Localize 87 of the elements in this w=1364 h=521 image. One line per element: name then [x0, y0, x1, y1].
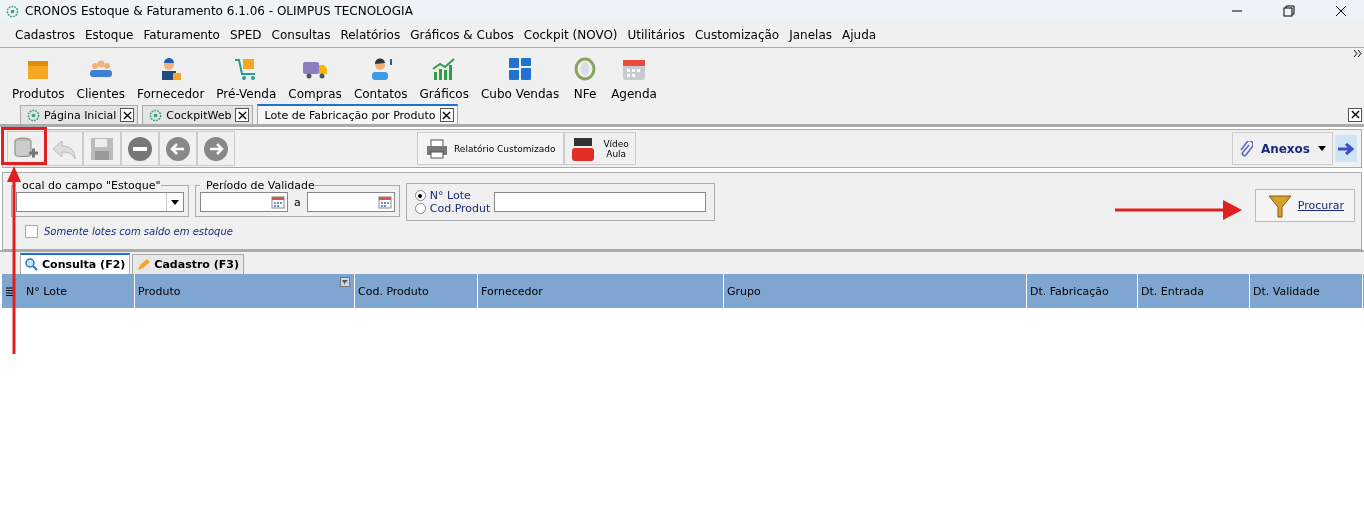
menu-item[interactable]: Cockpit (NOVO) [518, 27, 623, 42]
close-tab-button[interactable] [439, 108, 454, 122]
funnel-icon [1267, 192, 1292, 219]
previous-button[interactable] [159, 131, 197, 166]
radio-icon[interactable] [414, 203, 426, 214]
close-icon [442, 110, 452, 120]
document-tab[interactable]: Página Inicial [20, 105, 139, 124]
search-field[interactable] [494, 192, 707, 212]
remove-button[interactable] [121, 131, 159, 166]
menu-item[interactable]: Janelas [784, 27, 838, 42]
close-tab-button[interactable] [120, 108, 135, 122]
toolbar-button[interactable]: Pré-Venda [210, 55, 283, 104]
view-tab[interactable]: Consulta (F2) [20, 253, 131, 274]
date-field[interactable] [200, 192, 288, 212]
column-header[interactable]: Dt. Validade [1250, 274, 1363, 308]
calendar-icon[interactable] [271, 195, 285, 209]
attachments-button[interactable]: Anexos [1231, 132, 1333, 165]
column-header[interactable]: Dt. Fabricação [1027, 274, 1138, 308]
menu-item[interactable]: Estoque [79, 27, 139, 42]
checkbox-label: Somente lotes com saldo em estoque [44, 226, 233, 237]
view-tab[interactable]: Cadastro (F3) [132, 254, 244, 274]
menu-item[interactable]: Utilitários [622, 27, 690, 42]
toolbar-button[interactable]: Compras [282, 55, 348, 104]
menu-item[interactable]: Cadastros [10, 27, 80, 42]
stock-location-dropdown[interactable] [16, 192, 184, 212]
column-menu-icon[interactable] [5, 286, 15, 296]
toolbar-button[interactable]: Clientes [70, 55, 131, 104]
search-button[interactable]: Procurar [1254, 189, 1355, 222]
menu-item[interactable]: Gráficos & Cubos [405, 27, 519, 42]
close-icon [1350, 110, 1360, 119]
filter-icon[interactable] [340, 277, 350, 287]
dropdown-arrow-icon [171, 199, 179, 205]
chevron-icon[interactable] [1354, 50, 1362, 57]
radio-option[interactable]: N° Lote [414, 189, 491, 202]
menu-item[interactable]: Relatórios [335, 27, 406, 42]
right-arrow-icon [1337, 141, 1355, 156]
column-header[interactable]: Produto [135, 274, 355, 308]
logo-icon [6, 4, 19, 18]
column-header[interactable]: Dt. Entrada [1138, 274, 1250, 308]
menu-item[interactable]: Consultas [266, 27, 336, 42]
printer-icon [426, 138, 448, 159]
close-icon [122, 110, 132, 120]
menu-item[interactable]: Faturamento [138, 27, 225, 42]
range-separator: a [294, 195, 301, 209]
floppy-icon [89, 135, 115, 162]
calendar-icon[interactable] [377, 195, 392, 209]
toolbar-button[interactable]: Produtos [6, 55, 71, 104]
save-button[interactable] [83, 131, 121, 166]
toolbar-button[interactable]: Contatos [347, 55, 414, 104]
toolbar-button[interactable]: Gráficos [413, 55, 475, 104]
column-header[interactable]: Fornecedor [478, 274, 724, 308]
toolbar-button[interactable]: Cubo Vendas [474, 55, 566, 104]
add-record-button[interactable] [7, 131, 45, 166]
close-tab-button[interactable] [235, 108, 250, 122]
logo-icon [149, 108, 163, 122]
date-field[interactable] [306, 192, 395, 212]
logo-icon [27, 108, 40, 122]
forward-button[interactable] [1335, 135, 1357, 162]
close-tab-button[interactable] [1348, 107, 1362, 122]
toolbar-button[interactable]: Agenda [605, 55, 663, 104]
radio-option[interactable]: Cod.Produt [414, 202, 491, 215]
column-header[interactable]: Grupo [724, 274, 1027, 308]
close-icon [238, 110, 247, 120]
checkbox[interactable] [25, 225, 38, 238]
column-header[interactable]: N° Lote [18, 274, 135, 308]
paperclip-icon [1238, 140, 1253, 157]
toolbar-button[interactable]: Fornecedor [130, 55, 211, 104]
document-tab[interactable]: CockpitWeb [142, 105, 254, 124]
next-button[interactable] [197, 131, 235, 166]
menu-item[interactable]: SPED [224, 27, 267, 42]
highlight-box [1, 127, 47, 165]
column-header[interactable]: Cod. Produto [355, 274, 478, 308]
menu-item[interactable]: Customização [689, 27, 785, 42]
dropdown-arrow-icon [1318, 146, 1326, 151]
radio-icon[interactable] [414, 190, 426, 201]
pencil-icon [137, 258, 151, 271]
search-icon [25, 258, 38, 271]
document-tab[interactable]: Lote de Fabricação por Produto [257, 104, 458, 124]
toolbar-button[interactable]: NFe [565, 55, 606, 104]
window-title: CRONOS Estoque & Faturamento 6.1.06 - OLIMPUS TECNOLOGIA [25, 4, 413, 18]
minus-icon [127, 135, 153, 162]
menu-item[interactable]: Ajuda [837, 27, 882, 42]
custom-report-button[interactable]: Relatório Customizado [417, 132, 565, 165]
restore-icon [1283, 5, 1295, 17]
undo-button[interactable] [45, 131, 83, 166]
video-button[interactable]: Vídeo Aula [564, 132, 636, 165]
close-icon [1335, 5, 1347, 17]
